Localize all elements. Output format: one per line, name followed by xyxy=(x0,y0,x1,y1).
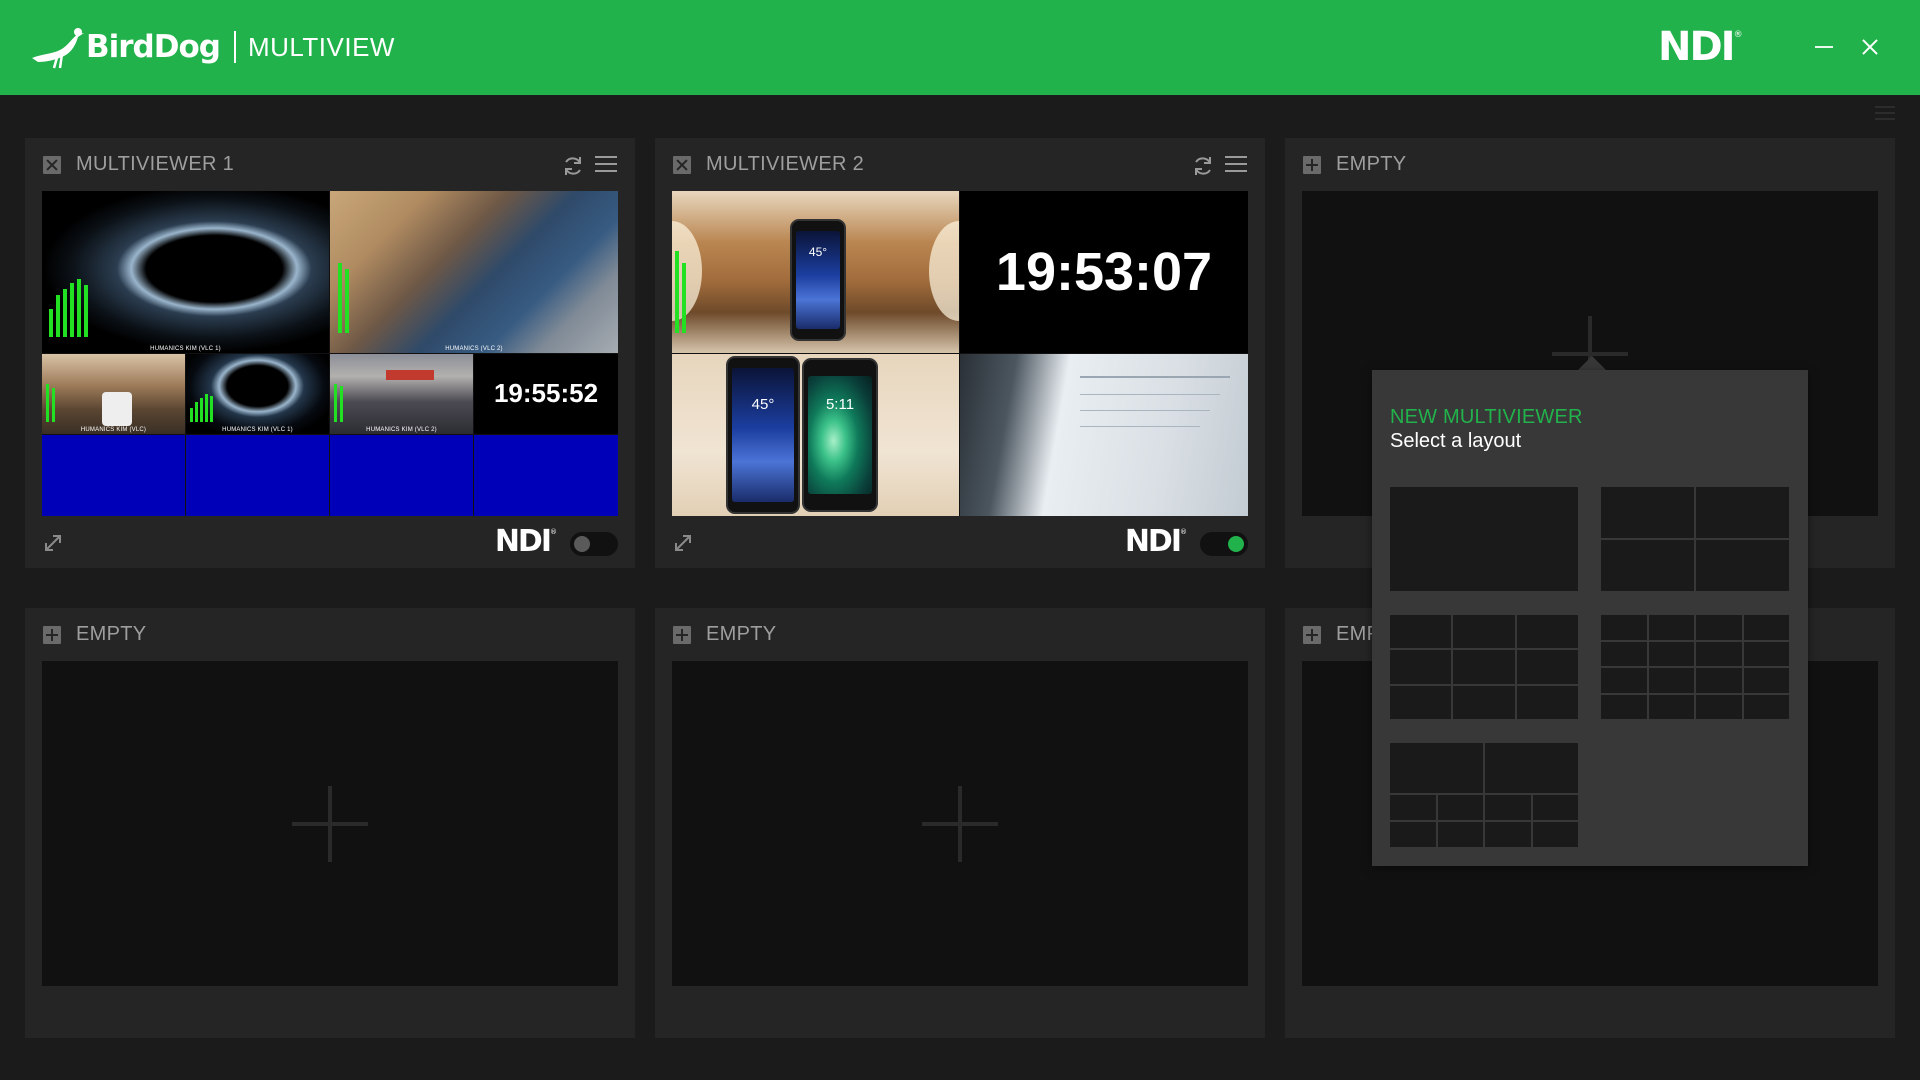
video-tile: 45° 5:11 xyxy=(672,354,959,516)
minimize-icon[interactable] xyxy=(1807,30,1841,64)
clock-display: 19:55:52 xyxy=(493,378,599,408)
phone-image: 45° xyxy=(726,356,800,514)
ndi-output-label: NDI® xyxy=(494,524,557,559)
empty-slot-area[interactable] xyxy=(42,661,618,986)
video-tile xyxy=(960,354,1248,516)
phone-time: 5:11 xyxy=(825,396,855,413)
layout-option-2-plus-8[interactable] xyxy=(1390,743,1578,847)
add-multiviewer-icon[interactable] xyxy=(1303,156,1321,174)
phone-image: 5:11 xyxy=(802,358,878,512)
add-icon[interactable] xyxy=(292,785,368,862)
close-icon[interactable] xyxy=(1853,30,1887,64)
audio-meter xyxy=(334,384,343,422)
ndi-label-text: NDI xyxy=(494,524,552,559)
add-multiviewer-icon[interactable] xyxy=(673,626,691,644)
video-tile: HUMANICS KIM (VLC) xyxy=(42,354,185,434)
panel-title: EMPTY xyxy=(706,623,777,645)
ndi-label-text: NDI xyxy=(1124,524,1182,559)
layout-option-3x3[interactable] xyxy=(1390,615,1578,719)
panel-title: MULTIVIEWER 2 xyxy=(706,153,864,175)
refresh-icon[interactable] xyxy=(561,154,585,178)
video-tile: HUMANICS KIM (VLC 1) xyxy=(42,191,329,353)
video-tile: HUMANICS KIM (VLC 1) xyxy=(186,354,329,434)
multiviewer-preview[interactable]: HUMANICS KIM (VLC 1) HUMANICS (VLC 2) HU… xyxy=(42,191,618,516)
clock-tile: 19:53:07 xyxy=(960,191,1248,353)
panel-title: EMPTY xyxy=(1336,153,1407,175)
phone-time: 45° xyxy=(808,245,828,259)
empty-slot-panel: EMPTY xyxy=(655,608,1265,1038)
ndi-logo-text: NDI xyxy=(1658,24,1736,70)
layout-option-4x4[interactable] xyxy=(1601,615,1789,719)
add-icon[interactable] xyxy=(922,785,998,862)
ndi-output-toggle[interactable] xyxy=(570,532,618,556)
empty-slot-area[interactable] xyxy=(672,661,1248,986)
audio-meter xyxy=(338,263,349,333)
source-caption: HUMANICS KIM (VLC 1) xyxy=(150,346,221,352)
audio-meter xyxy=(46,384,55,422)
multiviewer-preview[interactable]: 45° 19:53:07 45° 5:11 xyxy=(672,191,1248,516)
panel-title: MULTIVIEWER 1 xyxy=(76,153,234,175)
audio-meter xyxy=(49,277,88,337)
phone-image: 45° xyxy=(790,219,846,341)
video-tile: HUMANICS (VLC 2) xyxy=(330,191,618,353)
phone-time: 45° xyxy=(751,396,775,413)
title-bar: BirdDog MULTIVIEW NDI® xyxy=(0,0,1920,95)
clock-display: 19:53:07 xyxy=(995,242,1213,302)
remove-multiviewer-icon[interactable] xyxy=(673,156,691,174)
layout-option-1x1[interactable] xyxy=(1390,487,1578,591)
refresh-icon[interactable] xyxy=(1191,154,1215,178)
empty-source-tile xyxy=(474,435,618,516)
empty-slot-panel: EMPTY xyxy=(25,608,635,1038)
video-tile: 45° xyxy=(672,191,959,353)
multiviewer-panel-1: MULTIVIEWER 1 HUMANICS KIM (VLC 1) HUMAN… xyxy=(25,138,635,568)
clock-tile: 19:55:52 xyxy=(474,354,618,434)
ndi-logo: NDI® xyxy=(1658,24,1743,70)
source-caption: HUMANICS (VLC 2) xyxy=(445,346,503,352)
panel-menu-icon[interactable] xyxy=(595,156,617,176)
add-multiviewer-icon[interactable] xyxy=(43,626,61,644)
video-tile: HUMANICS KIM (VLC 2) xyxy=(330,354,473,434)
empty-source-tile xyxy=(330,435,473,516)
expand-icon[interactable] xyxy=(672,532,694,554)
audio-meter xyxy=(190,392,213,422)
logo-separator xyxy=(233,31,236,63)
remove-multiviewer-icon[interactable] xyxy=(43,156,61,174)
ndi-output-toggle[interactable] xyxy=(1200,532,1248,556)
empty-source-tile xyxy=(186,435,329,516)
expand-icon[interactable] xyxy=(42,532,64,554)
panel-menu-icon[interactable] xyxy=(1225,156,1247,176)
app-name: MULTIVIEW xyxy=(247,31,395,62)
empty-source-tile xyxy=(42,435,185,516)
multiviewer-panel-2: MULTIVIEWER 2 45° 19:53:07 45° 5:11 NDI® xyxy=(655,138,1265,568)
global-menu-icon[interactable] xyxy=(1875,106,1895,122)
ndi-output-label: NDI® xyxy=(1124,524,1187,559)
bird-logo-icon xyxy=(32,28,84,69)
birddog-logo: BirdDog MULTIVIEW xyxy=(28,20,395,74)
source-caption: HUMANICS KIM (VLC 2) xyxy=(366,427,437,433)
layout-picker-popup: NEW MULTIVIEWER Select a layout xyxy=(1372,370,1808,866)
source-caption: HUMANICS KIM (VLC) xyxy=(80,427,147,433)
popup-title: NEW MULTIVIEWER xyxy=(1390,406,1583,428)
add-multiviewer-icon[interactable] xyxy=(1303,626,1321,644)
panel-title: EMPTY xyxy=(76,623,147,645)
popup-pointer xyxy=(1578,356,1606,370)
popup-subtitle: Select a layout xyxy=(1390,430,1522,452)
brand-name: BirdDog xyxy=(86,29,221,65)
audio-meter xyxy=(675,251,686,333)
layout-option-2x2[interactable] xyxy=(1601,487,1789,591)
source-caption: HUMANICS KIM (VLC 1) xyxy=(222,427,293,433)
